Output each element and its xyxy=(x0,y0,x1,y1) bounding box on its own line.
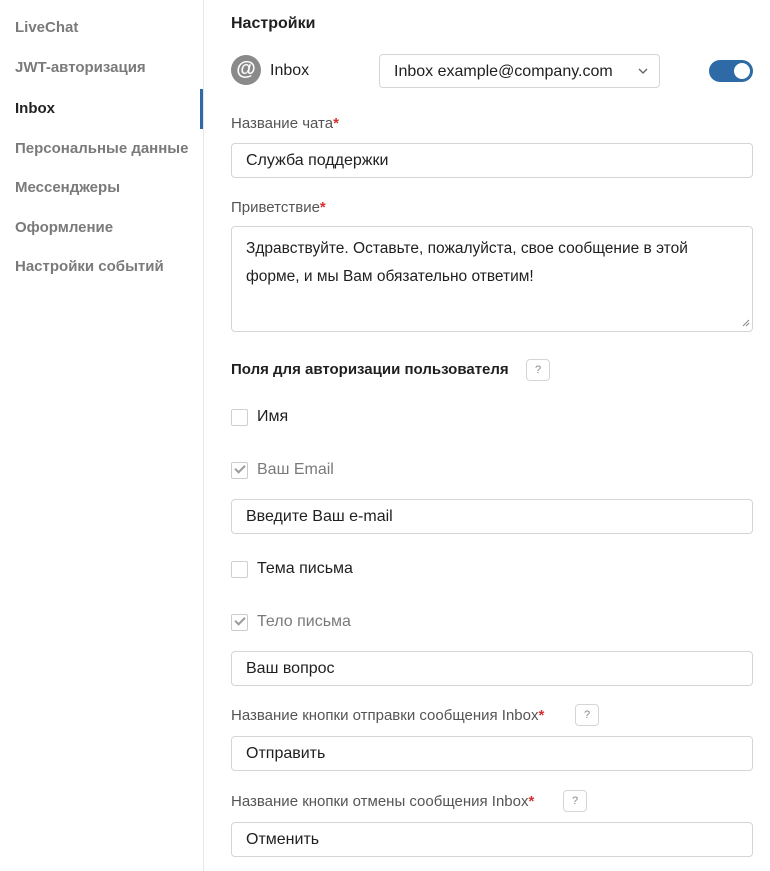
inbox-select[interactable]: Inbox example@company.com xyxy=(379,54,660,88)
inbox-settings-panel: Настройки @ Inbox Inbox example@company.… xyxy=(231,0,753,871)
body-checkbox xyxy=(231,614,248,631)
greeting-textarea[interactable]: Здравствуйте. Оставьте, пожалуйста, свое… xyxy=(231,226,753,332)
sidebar-item-messengers[interactable]: Мессенджеры xyxy=(15,179,120,196)
required-mark: * xyxy=(319,199,326,216)
sidebar-item-inbox[interactable]: Inbox xyxy=(15,100,55,117)
sidebar-item-personal-data[interactable]: Персональные данные xyxy=(15,140,188,157)
required-mark: * xyxy=(528,793,535,810)
sidebar-item-jwt-auth[interactable]: JWT-авторизация xyxy=(15,59,146,76)
sidebar-item-appearance[interactable]: Оформление xyxy=(15,219,113,236)
sidebar-active-indicator xyxy=(200,89,203,129)
cancel-button-name-value: Отменить xyxy=(246,831,320,848)
body-checkbox-label: Тело письма xyxy=(257,613,351,630)
cancel-button-name-input[interactable]: Отменить xyxy=(231,822,753,857)
email-checkbox-label: Ваш Email xyxy=(257,461,334,478)
auth-fields-help-icon[interactable]: ? xyxy=(526,359,550,381)
settings-title: Настройки xyxy=(231,15,316,32)
toggle-knob xyxy=(734,63,750,79)
send-button-help-icon[interactable]: ? xyxy=(575,704,599,726)
chat-name-input[interactable]: Служба поддержки xyxy=(231,143,753,178)
email-placeholder-input[interactable]: Введите Ваш e-mail xyxy=(231,499,753,534)
subject-checkbox-label: Тема письма xyxy=(257,560,353,577)
email-placeholder-value: Введите Ваш e-mail xyxy=(246,508,393,525)
check-icon xyxy=(234,462,246,474)
send-button-name-value: Отправить xyxy=(246,745,326,762)
chat-name-label: Название чата* xyxy=(231,115,339,132)
required-mark: * xyxy=(538,707,545,724)
chevron-down-icon xyxy=(637,61,649,84)
sidebar-item-livechat[interactable]: LiveChat xyxy=(15,19,78,36)
greeting-label: Приветствие* xyxy=(231,199,326,216)
auth-fields-title: Поля для авторизации пользователя xyxy=(231,361,509,378)
check-icon xyxy=(234,614,246,626)
sidebar-item-event-settings[interactable]: Настройки событий xyxy=(15,258,164,275)
name-checkbox[interactable] xyxy=(231,409,248,426)
resize-handle-icon[interactable] xyxy=(742,319,750,330)
cancel-button-help-icon[interactable]: ? xyxy=(563,790,587,812)
send-button-name-label: Название кнопки отправки сообщения Inbox… xyxy=(231,707,545,724)
inbox-row: @ Inbox Inbox example@company.com xyxy=(231,54,753,88)
inbox-label: Inbox xyxy=(270,62,310,79)
greeting-value: Здравствуйте. Оставьте, пожалуйста, свое… xyxy=(246,240,688,285)
send-button-name-input[interactable]: Отправить xyxy=(231,736,753,771)
body-placeholder-value: Ваш вопрос xyxy=(246,660,335,677)
sidebar: LiveChat JWT-авторизация Inbox Персональ… xyxy=(0,0,204,871)
email-checkbox xyxy=(231,462,248,479)
at-sign-icon: @ xyxy=(231,55,261,85)
inbox-select-value: Inbox example@company.com xyxy=(394,63,613,80)
subject-checkbox[interactable] xyxy=(231,561,248,578)
chat-name-value: Служба поддержки xyxy=(246,152,389,169)
name-checkbox-label: Имя xyxy=(257,408,289,425)
inbox-enabled-toggle[interactable] xyxy=(709,60,753,82)
required-mark: * xyxy=(333,115,339,132)
cancel-button-name-label: Название кнопки отмены сообщения Inbox* xyxy=(231,793,535,810)
body-placeholder-input[interactable]: Ваш вопрос xyxy=(231,651,753,686)
